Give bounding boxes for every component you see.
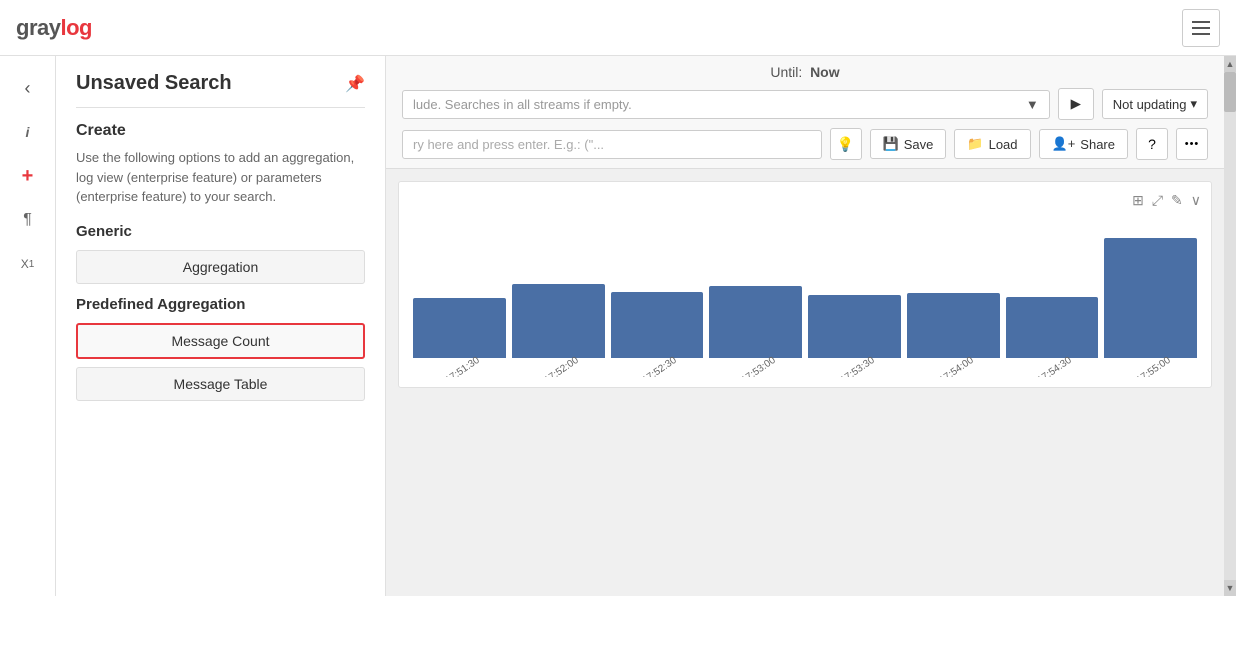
pin-icon[interactable]: 📌 [345,74,365,94]
bar-wrapper: 17:53:00 [709,286,802,377]
bar-wrapper: 17:51:30 [413,298,506,377]
play-button[interactable]: ▶ [1058,88,1094,120]
paragraph-button[interactable]: ¶ [8,200,48,240]
save-button[interactable]: 💾 Save [870,129,947,159]
query-placeholder: ry here and press enter. E.g.: ("... [413,137,604,152]
more-button[interactable]: ••• [1176,128,1208,160]
bar-wrapper: 17:52:30 [611,292,704,377]
hamburger-line [1192,33,1210,35]
not-updating-label: Not updating [1113,97,1187,112]
message-table-button[interactable]: Message Table [76,367,365,401]
scrollbar-up[interactable]: ▲ [1224,56,1236,72]
create-section-title: Create [76,122,365,140]
bar-label: 17:54:30 [1036,355,1074,377]
bar-label: 17:52:30 [641,355,679,377]
search-row-query: ry here and press enter. E.g.: ("... 💡 💾… [402,128,1208,160]
help-button[interactable]: ? [1136,128,1168,160]
scrollbar-down[interactable]: ▼ [1224,580,1236,596]
bar-label: 17:53:30 [838,355,876,377]
streams-placeholder: lude. Searches in all streams if empty. [413,97,632,112]
bar-label: 17:54:00 [937,355,975,377]
more-icon: ••• [1185,138,1200,150]
bulb-icon: 💡 [837,136,854,153]
chart-bar [413,298,506,358]
chart-container: 17:51:30 17:52:00 17:52:30 17:53:00 17:53:30… [409,217,1201,377]
save-label: Save [904,137,934,152]
predefined-subtitle: Predefined Aggregation [76,296,365,313]
not-updating-chevron: ▾ [1190,96,1197,112]
create-description: Use the following options to add an aggr… [76,148,365,207]
bar-wrapper: 17:54:00 [907,293,1000,377]
play-icon: ▶ [1071,96,1081,112]
panel: Unsaved Search 📌 Create Use the followin… [56,56,386,596]
load-folder-icon: 📁 [967,136,983,152]
search-row-streams: lude. Searches in all streams if empty. … [402,88,1208,120]
logo-log: log [60,15,92,41]
icon-sidebar: ‹ i + ¶ X1 [0,56,56,596]
logo-gray: gray [16,15,60,41]
hamburger-line [1192,27,1210,29]
expand-icon[interactable]: ⊞ [1132,192,1144,209]
bar-wrapper: 17:53:30 [808,295,901,377]
bar-label: 17:51:30 [443,355,481,377]
fullscreen-icon[interactable]: ⤢ [1152,192,1163,209]
bar-wrapper: 17:54:30 [1006,297,1099,377]
chart-bar [808,295,901,358]
collapse-sidebar-button[interactable]: ‹ [8,68,48,108]
scrollbar-thumb[interactable] [1224,72,1236,112]
chart-bar [611,292,704,358]
chart-area: ⊞ ⤢ ✎ ∨ 17:51:30 17:52:00 17:52:30 17:53:00… [398,181,1212,388]
top-nav: graylog [0,0,1236,56]
bar-label: 17:53:00 [740,355,778,377]
chart-bar [512,284,605,358]
chart-bar [1006,297,1099,358]
right-scrollbar: ▲ ▼ [1224,56,1236,596]
bar-label: 17:55:00 [1135,355,1173,377]
content-area: Until: Now lude. Searches in all streams… [386,56,1224,596]
bulb-button[interactable]: 💡 [830,128,862,160]
bar-label: 17:52:00 [542,355,580,377]
share-icon: 👤+ [1052,136,1076,152]
add-button[interactable]: + [8,156,48,196]
collapse-icon[interactable]: ∨ [1191,192,1201,209]
hamburger-button[interactable] [1182,9,1220,47]
bar-wrapper: 17:52:00 [512,284,605,377]
panel-title: Unsaved Search [76,72,232,95]
streams-select[interactable]: lude. Searches in all streams if empty. … [402,90,1050,119]
aggregation-button[interactable]: Aggregation [76,250,365,284]
chart-bar [907,293,1000,358]
bar-wrapper: 17:55:00 [1104,238,1197,377]
logo: graylog [16,15,92,41]
load-button[interactable]: 📁 Load [954,129,1030,159]
not-updating-button[interactable]: Not updating ▾ [1102,89,1208,119]
hamburger-line [1192,21,1210,23]
chart-bar [1104,238,1197,358]
until-label: Until: Now [770,64,839,80]
chart-bar [709,286,802,358]
share-button[interactable]: 👤+ Share [1039,129,1128,159]
message-count-button[interactable]: Message Count [76,323,365,359]
subscript-button[interactable]: X1 [8,244,48,284]
search-header: Until: Now lude. Searches in all streams… [386,56,1224,169]
load-label: Load [989,137,1018,152]
main-layout: ‹ i + ¶ X1 Unsaved Search 📌 Create Use t… [0,56,1236,596]
streams-chevron: ▼ [1026,97,1039,112]
share-label: Share [1080,137,1115,152]
help-icon: ? [1148,136,1156,152]
edit-icon[interactable]: ✎ [1171,192,1183,209]
query-input-display[interactable]: ry here and press enter. E.g.: ("... [402,130,822,159]
panel-header: Unsaved Search 📌 [76,72,365,95]
generic-subtitle: Generic [76,223,365,240]
chart-toolbar: ⊞ ⤢ ✎ ∨ [409,192,1201,209]
search-row-until: Until: Now [402,64,1208,80]
info-button[interactable]: i [8,112,48,152]
save-disk-icon: 💾 [883,136,899,152]
